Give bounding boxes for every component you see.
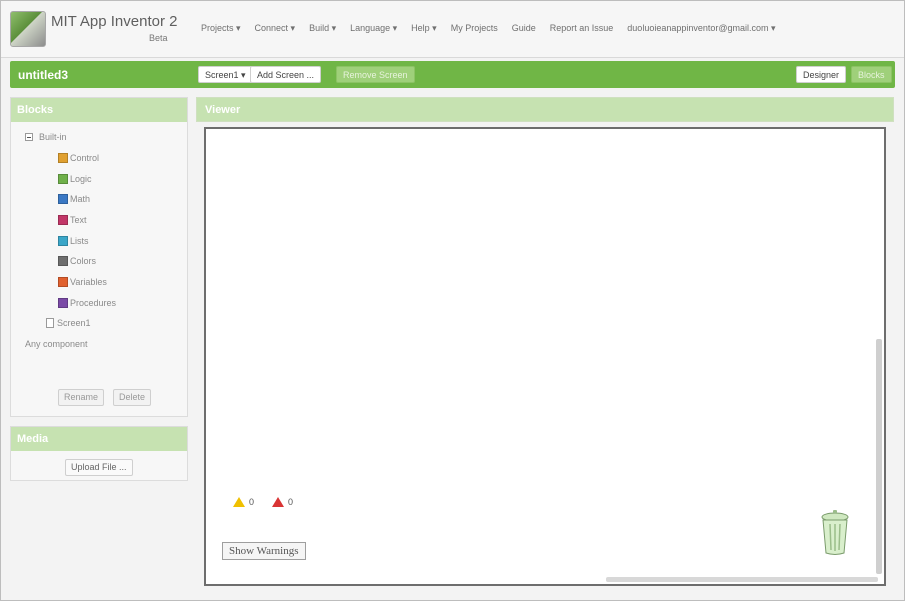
menu-connect[interactable]: Connect ▾ [255,23,296,34]
block-category-control[interactable]: Control [58,151,99,165]
top-menu: Projects ▾ Connect ▾ Build ▾ Language ▾ … [201,23,776,34]
upload-file-button[interactable]: Upload File ... [65,459,133,476]
block-category-text[interactable]: Text [58,213,87,227]
add-screen-button[interactable]: Add Screen ... [250,66,322,83]
horizontal-scrollbar[interactable] [606,577,878,582]
delete-button[interactable]: Delete [113,389,152,406]
menu-language[interactable]: Language ▾ [350,23,397,34]
blocks-workspace[interactable]: 0 0 Show Warnings [204,127,886,586]
screen-select-dropdown[interactable]: Screen1 ▾ [198,66,253,83]
media-panel: Media Upload File ... [10,426,188,481]
menu-my-projects[interactable]: My Projects [451,23,498,34]
rename-button[interactable]: Rename [58,389,105,406]
builtin-node[interactable]: Built-in [25,130,67,144]
block-category-label: Lists [70,236,89,246]
block-category-lists[interactable]: Lists [58,234,89,248]
show-warnings-button[interactable]: Show Warnings [222,542,306,560]
block-category-label: Math [70,194,91,204]
block-category-variables[interactable]: Variables [58,275,107,289]
lists-color-icon [58,236,68,246]
variables-color-icon [58,277,68,287]
project-toolbar: untitled3 Screen1 ▾ Add Screen ... Remov… [10,61,895,88]
designer-button[interactable]: Designer [796,66,847,83]
block-category-colors[interactable]: Colors [58,254,96,268]
blocks-panel-title: Blocks [11,98,187,122]
viewer-header: Viewer [196,97,894,122]
screen-icon [46,318,54,328]
block-category-label: Procedures [70,298,117,308]
screen1-label: Screen1 [57,318,91,328]
block-category-label: Colors [70,256,97,266]
block-category-label: Text [70,215,87,225]
beta-label: Beta [149,33,168,43]
logic-color-icon [58,174,68,184]
menu-help[interactable]: Help ▾ [411,23,437,34]
menu-account[interactable]: duoluoieanappinventor@gmail.com ▾ [627,23,775,34]
any-component-node[interactable]: Any component [25,337,88,351]
any-component-label: Any component [25,339,88,349]
control-color-icon [58,153,68,163]
warnings-count: 0 [249,497,255,507]
error-icon [272,497,285,507]
app-title: MIT App Inventor 2 [51,13,178,30]
colors-color-icon [58,256,68,266]
screen1-node[interactable]: Screen1 [46,316,91,330]
app-window: MIT App Inventor 2 Beta Projects ▾ Conne… [0,0,905,601]
block-category-procedures[interactable]: Procedures [58,296,116,310]
collapse-icon[interactable] [25,133,33,141]
warning-icon [233,497,245,507]
media-panel-title: Media [11,427,187,451]
project-name: untitled3 [18,68,68,82]
viewer-title: Viewer [205,104,241,116]
warning-indicators: 0 0 [233,497,293,507]
trash-can-icon[interactable] [820,507,850,557]
block-category-logic[interactable]: Logic [58,172,92,186]
block-category-math[interactable]: Math [58,192,90,206]
remove-screen-button[interactable]: Remove Screen [336,66,415,83]
block-category-label: Control [70,153,100,163]
vertical-scrollbar[interactable] [876,339,882,574]
menu-guide[interactable]: Guide [512,23,536,34]
block-category-label: Variables [70,277,107,287]
errors-count: 0 [288,497,294,507]
menu-projects[interactable]: Projects ▾ [201,23,241,34]
top-bar: MIT App Inventor 2 Beta Projects ▾ Conne… [1,1,904,58]
app-inventor-logo-icon[interactable] [10,11,46,47]
menu-build[interactable]: Build ▾ [309,23,336,34]
blocks-button[interactable]: Blocks [851,66,892,83]
math-color-icon [58,194,68,204]
blocks-panel: Blocks Built-in Control Logic Math Text [10,97,188,417]
text-color-icon [58,215,68,225]
menu-report-issue[interactable]: Report an Issue [550,23,614,34]
block-category-label: Logic [70,174,92,184]
procedures-color-icon [58,298,68,308]
builtin-label: Built-in [39,132,67,142]
